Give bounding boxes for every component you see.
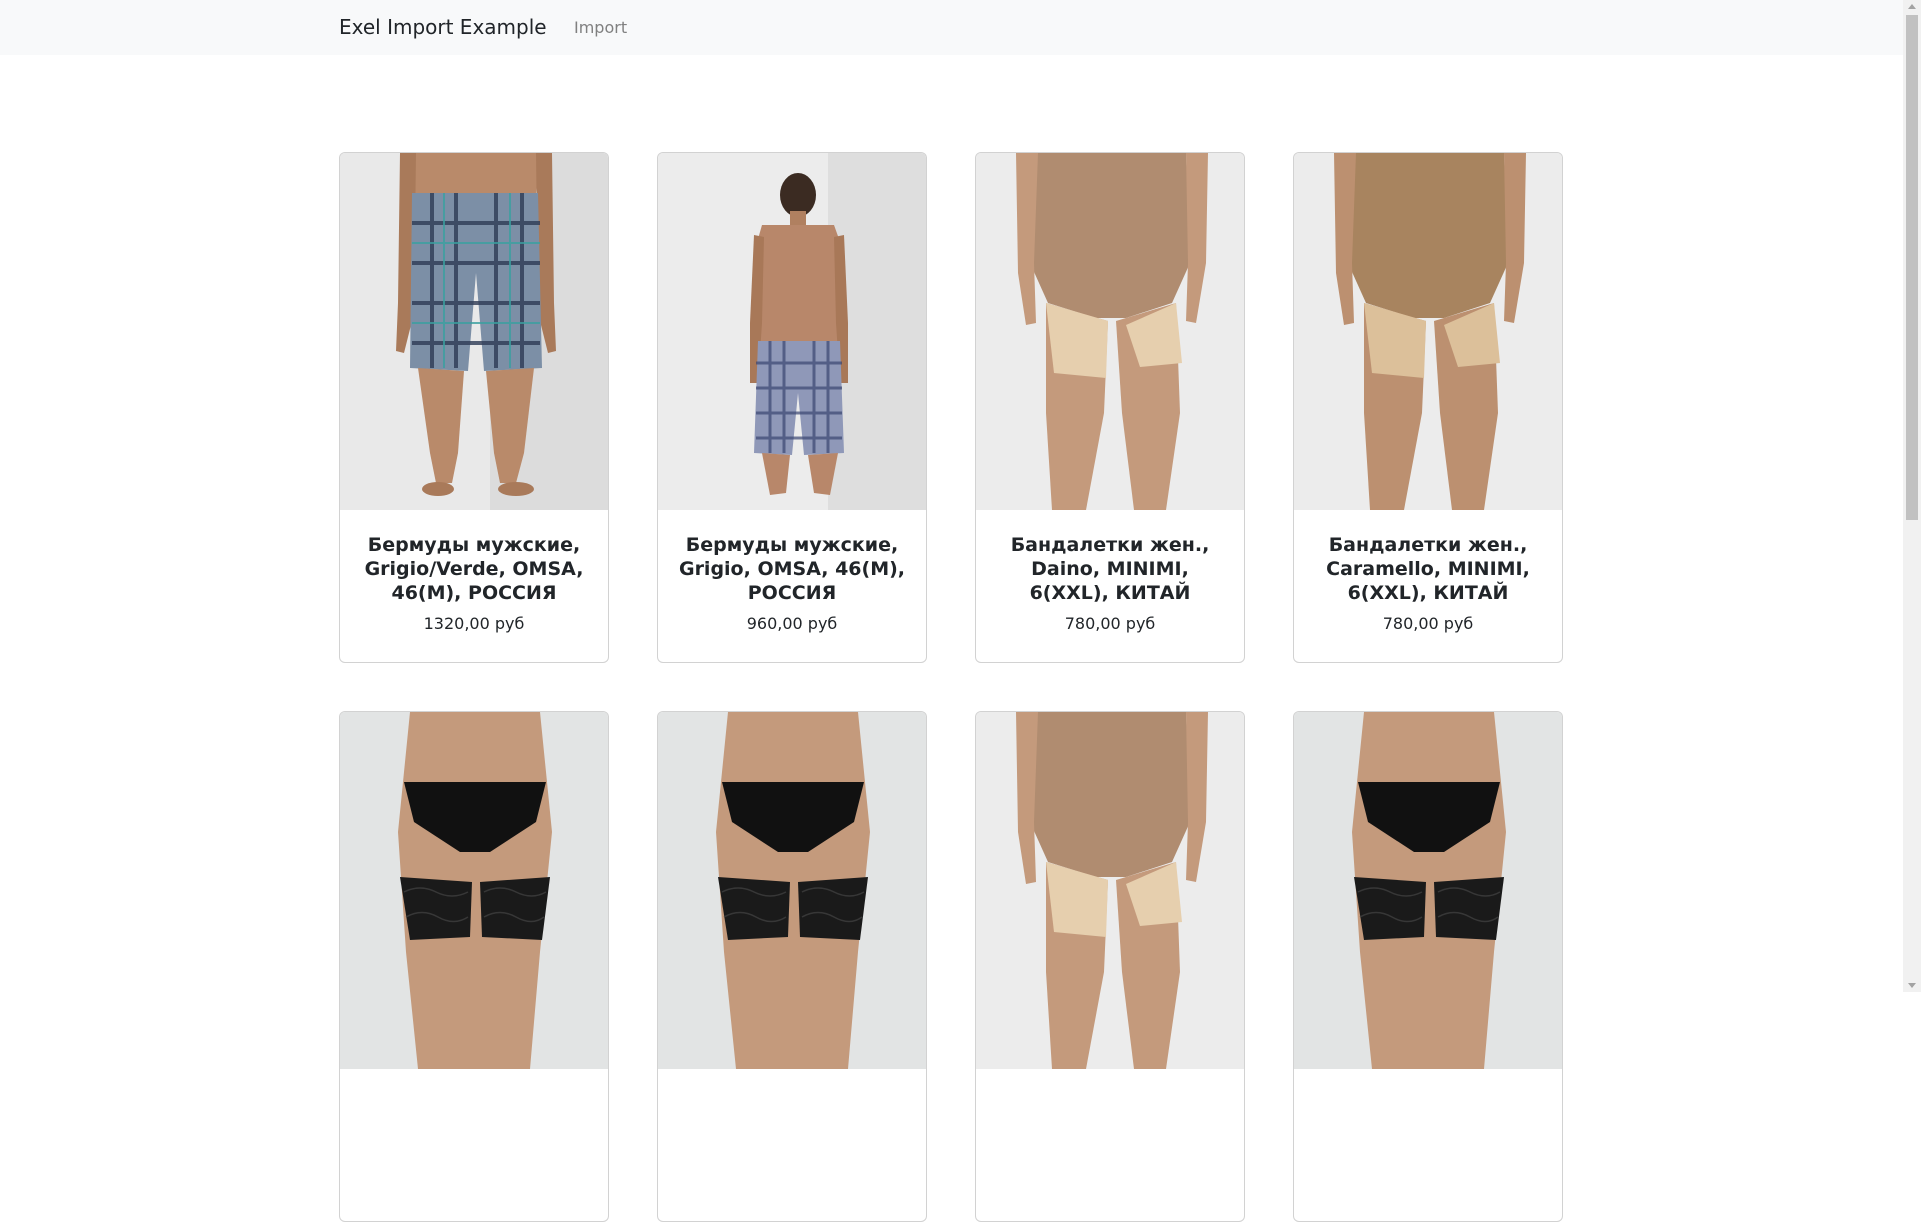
product-price: 960,00 руб [746,614,838,633]
nav-link-import[interactable]: Import [574,18,627,38]
product-price: 780,00 руб [1382,614,1474,633]
product-card[interactable] [657,711,927,1222]
product-title: Бермуды мужские, Grigio/Verde, OMSA, 46(… [364,534,584,604]
product-image [976,153,1244,510]
product-image [658,712,926,1069]
navbar-brand[interactable]: Exel Import Example [339,15,547,40]
product-grid: Бермуды мужские, Grigio/Verde, OMSA, 46(… [339,152,1565,1222]
product-title: Бандалетки жен., Daino, MINIMI, 6(XXL), … [1010,534,1210,604]
product-card[interactable] [339,711,609,1222]
product-title: Бермуды мужские, Grigio, OMSA, 46(M), РО… [678,534,906,604]
product-price: 1320,00 руб [423,614,525,633]
page-scrollbar[interactable] [1903,0,1921,992]
product-card[interactable]: Бермуды мужские, Grigio, OMSA, 46(M), РО… [657,152,927,663]
scrollbar-thumb[interactable] [1906,15,1918,520]
product-image [976,712,1244,1069]
product-image [1294,153,1562,510]
product-image [340,153,608,510]
scroll-down-arrow-icon[interactable] [1908,983,1916,988]
product-price: 780,00 руб [1064,614,1156,633]
product-card[interactable] [975,711,1245,1222]
product-image [340,712,608,1069]
product-card[interactable]: Бандалетки жен., Daino, MINIMI, 6(XXL), … [975,152,1245,663]
product-image [1294,712,1562,1069]
scroll-up-arrow-icon[interactable] [1908,4,1916,9]
navbar: Exel Import Example Import [0,0,1903,55]
product-card[interactable]: Бермуды мужские, Grigio/Verde, OMSA, 46(… [339,152,609,663]
product-title: Бандалетки жен., Caramello, MINIMI, 6(XX… [1326,534,1530,604]
product-card[interactable]: Бандалетки жен., Caramello, MINIMI, 6(XX… [1293,152,1563,663]
product-image [658,153,926,510]
product-card[interactable] [1293,711,1563,1222]
